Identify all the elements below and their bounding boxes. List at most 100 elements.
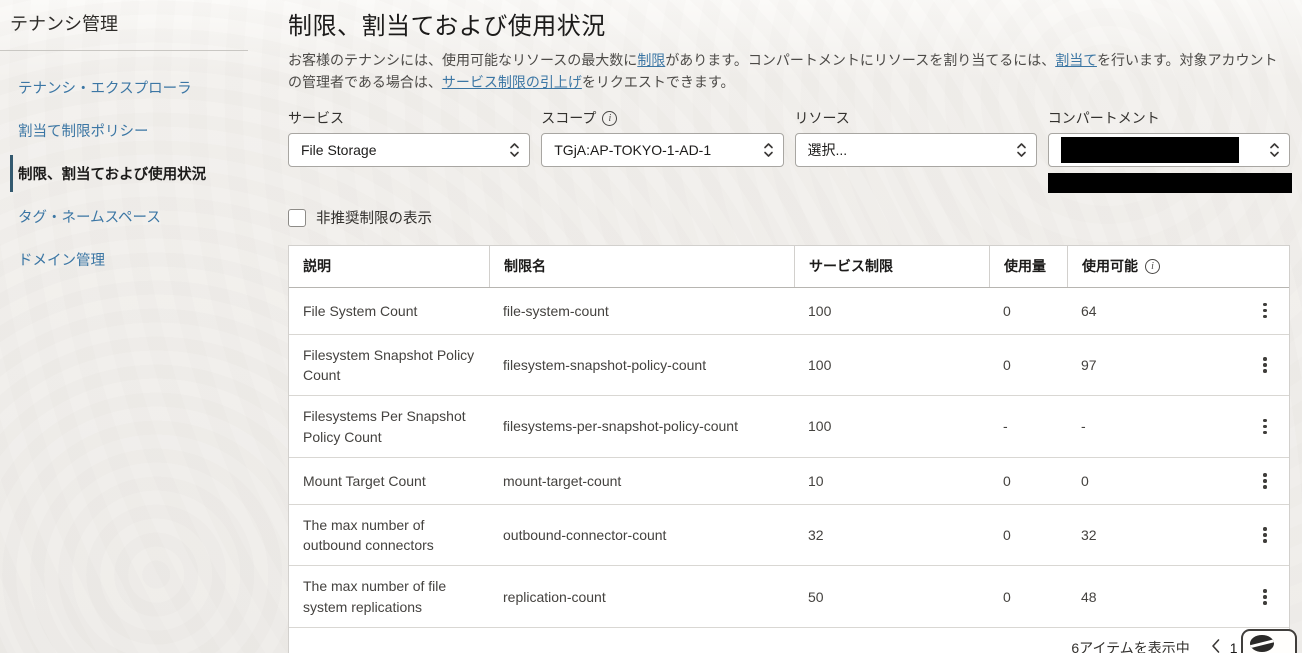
description-text: お客様のテナンシには、使用可能なリソースの最大数に [288,52,637,68]
table-row: Filesystem Snapshot Policy Count filesys… [289,335,1289,397]
show-deprecated-checkbox[interactable] [288,209,306,227]
resource-filter: リソース 選択... [795,108,1037,167]
cell-description: The max number of file system replicatio… [289,566,489,627]
previous-page-button[interactable] [1208,636,1223,653]
row-actions-button[interactable] [1255,352,1275,378]
cell-description: The max number of outbound connectors [289,505,489,566]
cell-actions [1241,574,1289,620]
compartment-label-text: コンパートメント [1048,108,1160,128]
floating-widget-button[interactable] [1241,629,1297,653]
quotas-link[interactable]: 割当て [1055,52,1097,68]
resource-label-text: リソース [795,108,850,128]
row-actions-button[interactable] [1255,468,1275,494]
select-updown-icon [1269,141,1280,159]
service-filter: サービス File Storage [288,108,530,167]
description-text: をリクエストできます。 [582,74,735,90]
column-header-actions [1241,247,1289,287]
kebab-icon [1263,473,1267,489]
service-select-value: File Storage [301,142,376,158]
kebab-icon [1263,419,1267,435]
page-description: お客様のテナンシには、使用可能なリソースの最大数に制限があります。コンパートメン… [288,50,1290,93]
available-info-icon[interactable]: i [1145,259,1160,274]
cell-actions [1241,342,1289,388]
cell-limit-name: mount-target-count [489,461,794,501]
header-text: 使用量 [1004,256,1046,276]
description-text: があります。コンパートメントにリソースを割り当てるには、 [665,52,1055,68]
cell-usage: 0 [989,515,1067,555]
cell-available: 48 [1067,577,1241,617]
eye-icon [1250,635,1274,652]
sidebar-title: テナンシ管理 [10,10,268,50]
service-select[interactable]: File Storage [288,133,530,167]
cell-usage: 0 [989,461,1067,501]
sidebar: テナンシ管理 テナンシ・エクスプローラ 割当て制限ポリシー 制限、割当ておよび使… [0,0,268,653]
header-text: 使用可能 [1082,256,1138,276]
cell-service-limit: 50 [794,577,989,617]
page-title: 制限、割当ておよび使用状況 [288,6,1290,41]
cell-service-limit: 100 [794,345,989,385]
column-header-limit-name: 制限名 [489,246,794,286]
cell-limit-name: filesystem-snapshot-policy-count [489,345,794,385]
sidebar-divider [0,50,248,51]
items-count-text: 6アイテムを表示中 [1071,638,1189,653]
select-updown-icon [1016,141,1027,159]
sidebar-nav: テナンシ・エクスプローラ 割当て制限ポリシー 制限、割当ておよび使用状況 タグ・… [10,69,268,278]
compartment-filter: コンパートメント [1048,108,1290,167]
scope-label: スコープ i [541,108,783,128]
sidebar-item-limits-quotas-usage[interactable]: 制限、割当ておよび使用状況 [10,155,268,192]
cell-usage: 0 [989,577,1067,617]
cell-available: 32 [1067,515,1241,555]
cell-service-limit: 10 [794,461,989,501]
scope-select[interactable]: TGjA:AP-TOKYO-1-AD-1 [541,133,783,167]
cell-service-limit: 100 [794,406,989,446]
compartment-label: コンパートメント [1048,108,1290,128]
scope-label-text: スコープ [541,108,596,128]
cell-description: Filesystem Snapshot Policy Count [289,335,489,396]
show-deprecated-label: 非推奨制限の表示 [316,207,432,228]
cell-actions [1241,404,1289,450]
resource-select[interactable]: 選択... [795,133,1037,167]
cell-service-limit: 100 [794,291,989,331]
cell-available: 64 [1067,291,1241,331]
cell-usage: 0 [989,345,1067,385]
kebab-icon [1263,303,1267,319]
header-text: 説明 [303,256,331,276]
kebab-icon [1263,589,1267,605]
cell-usage: - [989,406,1067,446]
cell-limit-name: filesystems-per-snapshot-policy-count [489,406,794,446]
select-updown-icon [763,141,774,159]
sidebar-item-tag-namespaces[interactable]: タグ・ネームスペース [10,198,268,235]
cell-available: 0 [1067,461,1241,501]
table-row: Filesystems Per Snapshot Policy Count fi… [289,396,1289,458]
cell-actions [1241,458,1289,504]
compartment-select[interactable] [1048,133,1290,167]
select-updown-icon [509,141,520,159]
cell-limit-name: outbound-connector-count [489,515,794,555]
cell-description: Filesystems Per Snapshot Policy Count [289,396,489,457]
cell-actions [1241,288,1289,334]
limits-table: 説明 制限名 サービス制限 使用量 使用可能i File System Coun… [288,245,1290,653]
row-actions-button[interactable] [1255,414,1275,440]
limits-link[interactable]: 制限 [637,52,665,68]
row-actions-button[interactable] [1255,584,1275,610]
sidebar-item-quota-policies[interactable]: 割当て制限ポリシー [10,112,268,149]
sidebar-item-domain-management[interactable]: ドメイン管理 [10,241,268,278]
sidebar-item-tenancy-explorer[interactable]: テナンシ・エクスプローラ [10,69,268,106]
table-row: Mount Target Count mount-target-count 10… [289,458,1289,505]
row-actions-button[interactable] [1255,522,1275,548]
header-text: 制限名 [504,256,546,276]
redacted-compartment-value [1061,137,1239,163]
column-header-description: 説明 [289,246,489,286]
scope-filter: スコープ i TGjA:AP-TOKYO-1-AD-1 [541,108,783,167]
cell-limit-name: file-system-count [489,291,794,331]
kebab-icon [1263,357,1267,373]
service-limit-increase-link[interactable]: サービス制限の引上げ [442,74,582,90]
row-actions-button[interactable] [1255,298,1275,324]
cell-available: - [1067,406,1241,446]
cell-description: Mount Target Count [289,461,489,501]
scope-info-icon[interactable]: i [602,111,617,126]
table-row: File System Count file-system-count 100 … [289,288,1289,335]
column-header-available: 使用可能 i [1067,246,1241,286]
main-content: 制限、割当ておよび使用状況 お客様のテナンシには、使用可能なリソースの最大数に制… [268,0,1302,653]
filters-row: サービス File Storage スコープ i T [288,108,1290,167]
